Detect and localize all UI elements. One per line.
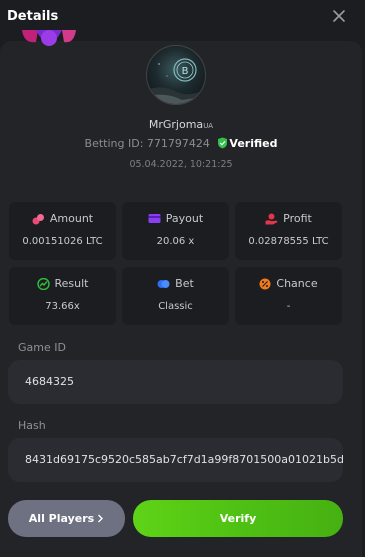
stat-card-chance: Chance - xyxy=(235,267,342,325)
percent-icon xyxy=(259,278,271,289)
betting-id-label: Betting ID: xyxy=(84,137,144,150)
betting-id-value: 771797424 xyxy=(146,137,210,150)
hash-label: Hash xyxy=(18,419,46,432)
stat-card-profit: Profit 0.02878555 LTC xyxy=(235,202,342,260)
stat-value: Classic xyxy=(158,301,193,312)
svg-text:B: B xyxy=(182,66,189,77)
username-text: MrGrjoma xyxy=(148,118,204,131)
stat-card-payout: Payout 20.06 x xyxy=(122,202,229,260)
stat-card-result: Result 73.66x xyxy=(9,267,116,325)
username-suffix: UA xyxy=(203,122,214,130)
bet-date: 05.04.2022, 10:21:25 xyxy=(129,159,233,170)
verify-button[interactable]: Verify xyxy=(133,500,343,537)
coin-bet-icon xyxy=(157,279,170,288)
stat-value: 0.02878555 LTC xyxy=(248,236,329,247)
stat-value: 73.66x xyxy=(45,301,80,312)
stat-label: Profit xyxy=(283,212,312,225)
page-title: Details xyxy=(7,9,59,24)
stat-card-bet: Bet Classic xyxy=(122,267,229,325)
verify-label: Verify xyxy=(219,512,257,525)
avatar: B xyxy=(146,45,206,105)
stat-card-amount: Amount 0.00151026 LTC xyxy=(9,202,116,260)
game-logo-icon xyxy=(22,30,76,46)
coins-icon xyxy=(32,213,44,224)
stat-label: Chance xyxy=(276,277,318,290)
all-players-button[interactable]: All Players xyxy=(8,500,125,537)
username: MrGrjomaUA xyxy=(0,118,362,131)
stat-label: Payout xyxy=(165,212,204,225)
stat-value: - xyxy=(286,301,291,312)
all-players-label: All Players xyxy=(28,512,95,525)
chevron-right-icon xyxy=(98,514,104,523)
close-icon[interactable] xyxy=(331,8,347,24)
stat-label: Result xyxy=(54,277,89,290)
stat-label: Bet xyxy=(175,277,194,290)
hand-coin-icon xyxy=(265,213,278,224)
verified-shield-icon xyxy=(218,137,228,149)
chart-icon xyxy=(36,277,50,290)
game-id-field[interactable]: 4684325 xyxy=(8,360,343,404)
header: Details xyxy=(0,0,365,34)
stat-value: 0.00151026 LTC xyxy=(22,236,103,247)
stat-value: 20.06 x xyxy=(156,236,195,247)
game-id-label: Game ID xyxy=(18,341,66,354)
card-icon xyxy=(148,214,161,223)
betting-id-row: Betting ID: 771797424 Verified xyxy=(0,137,362,150)
stat-label: Amount xyxy=(49,212,94,225)
verified-label: Verified xyxy=(229,137,278,150)
hash-field[interactable]: 8431d69175c9520c585ab7cf7d1a99f8701500a0… xyxy=(8,438,343,482)
